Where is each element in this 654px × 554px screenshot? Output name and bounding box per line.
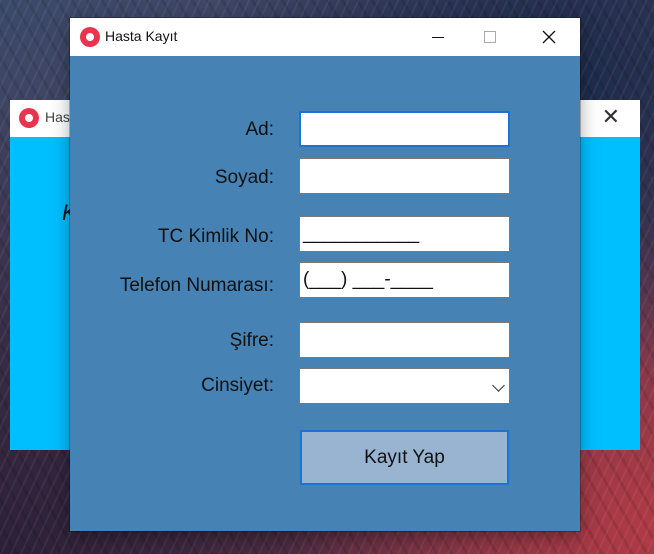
window-title: Hasta Kayıt [105,28,178,44]
sifre-input[interactable] [299,322,510,358]
tc-kimlik-label: TC Kimlik No: [157,226,274,247]
maximize-button[interactable] [467,18,513,56]
app-record-icon [80,27,100,47]
close-icon [542,30,556,44]
titlebar[interactable]: Hasta Kayıt [70,18,580,56]
chevron-down-icon[interactable] [492,379,505,392]
ad-input[interactable] [299,111,510,147]
kayit-yap-button[interactable]: Kayıt Yap [300,430,509,485]
soyad-label: Soyad: [214,167,274,188]
minimize-icon [432,36,444,38]
telefon-input[interactable]: (___) ___-____ [299,262,510,298]
sifre-label: Şifre: [229,330,274,351]
cinsiyet-label: Cinsiyet: [201,375,274,396]
telefon-label: Telefon Numarası: [119,275,274,296]
close-button[interactable] [526,18,572,56]
close-icon[interactable]: ✕ [602,106,620,130]
ad-label: Ad: [245,119,274,140]
soyad-input[interactable] [299,158,510,194]
maximize-icon [484,31,496,43]
app-record-icon [19,108,39,128]
minimize-button[interactable] [415,18,461,56]
hasta-kayit-window: Hasta Kayıt Ad: Soyad: TC Kimlik No: ___… [70,18,580,531]
cinsiyet-select[interactable] [299,368,510,404]
tc-kimlik-input[interactable]: ___________ [299,216,510,252]
